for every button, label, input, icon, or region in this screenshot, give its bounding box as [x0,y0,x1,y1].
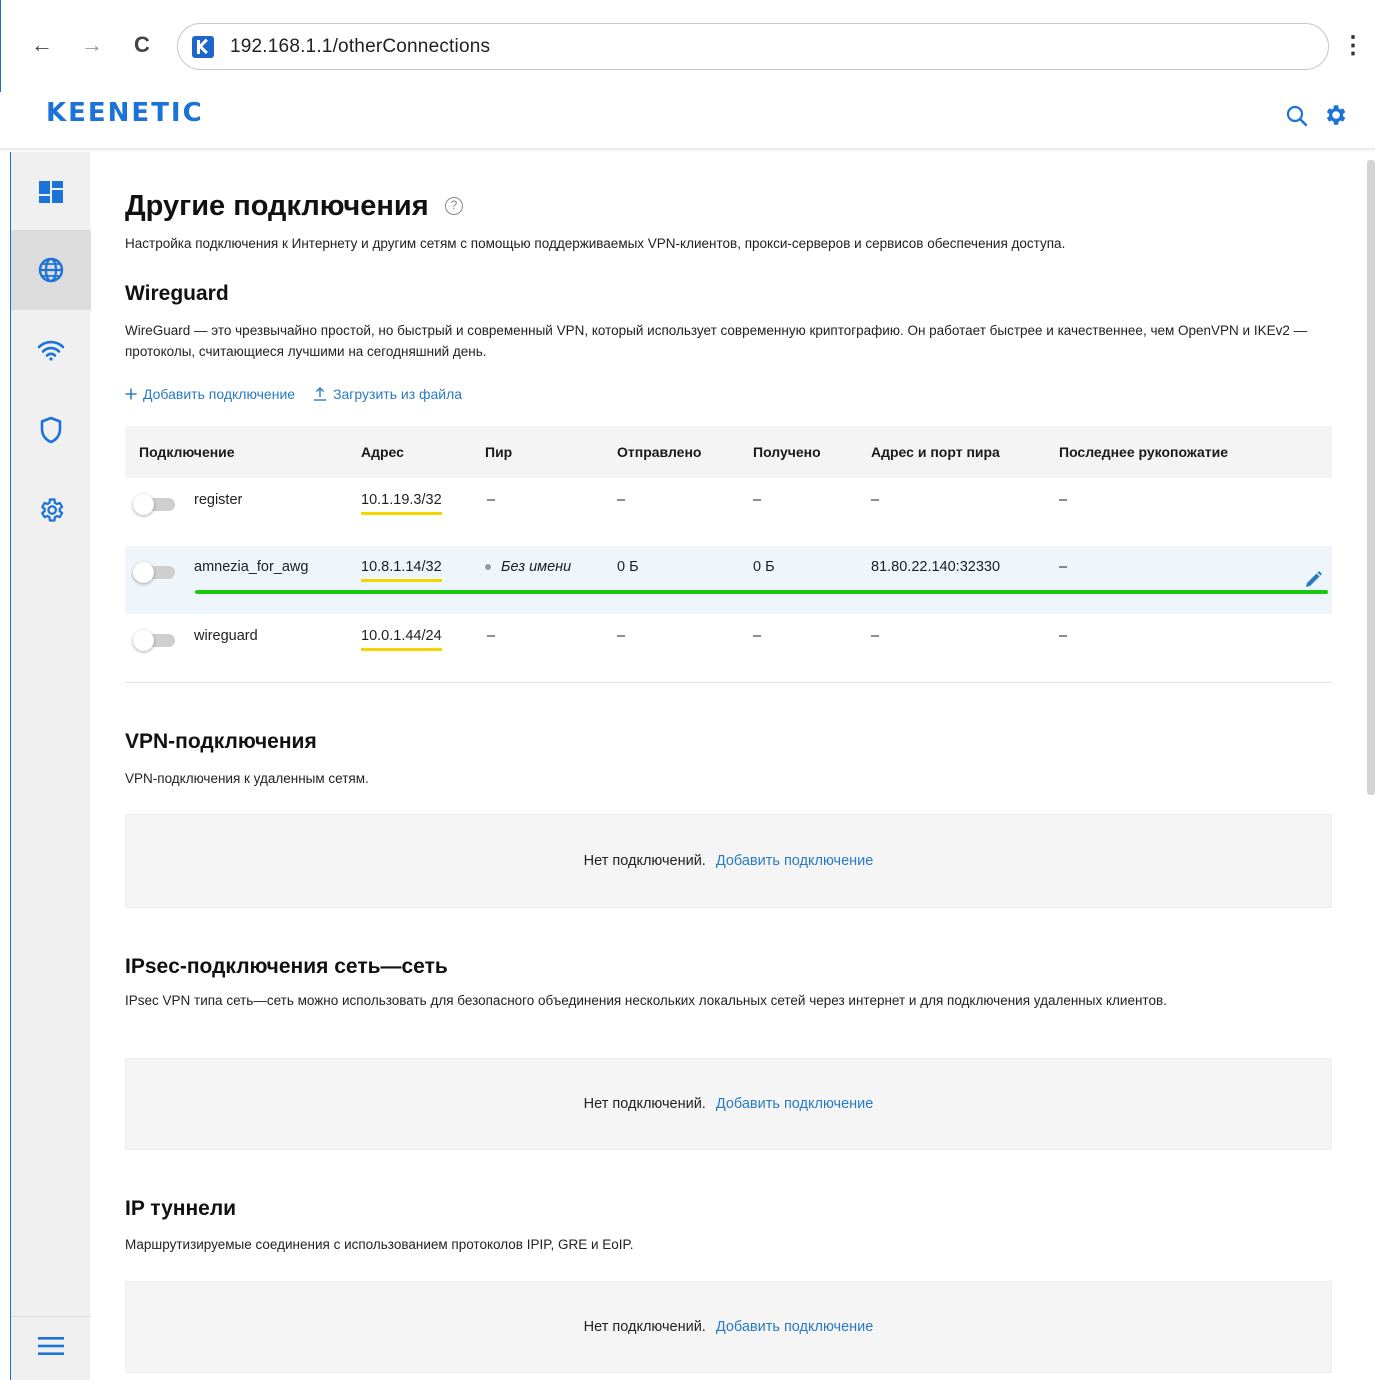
column-received[interactable]: Получено [753,444,821,460]
reload-button[interactable]: C [127,30,157,60]
ipsec-section-title: IPsec-подключения сеть—сеть [125,955,448,978]
hamburger-menu-icon [38,1337,64,1355]
peer-address: – [871,492,880,508]
upload-from-file-button[interactable]: Загрузить из файла [313,386,462,402]
settings-gear-icon[interactable] [1322,102,1348,128]
connection-toggle[interactable] [133,630,177,651]
ip-tunnels-section-title: IP туннели [125,1197,237,1220]
peer-address: – [871,628,880,644]
wireguard-actions: Добавить подключение Загрузить из файла [125,386,462,402]
sidebar-item-internet[interactable] [11,230,91,310]
add-connection-label: Добавить подключение [143,386,296,402]
sidebar-menu-toggle[interactable] [11,1312,91,1380]
upload-icon [314,387,327,401]
table-header: Подключение Адрес Пир Отправлено Получен… [125,426,1332,478]
connection-toggle[interactable] [133,562,177,583]
peer-name: Без имени [501,559,572,575]
wireguard-description: WireGuard — это чрезвычайно простой, но … [125,323,1308,359]
sidebar-item-wifi[interactable] [11,310,91,390]
connection-name[interactable]: register [194,492,242,508]
sidebar [10,152,91,1380]
received-bytes: – [753,492,762,508]
forward-button[interactable]: → [77,30,107,60]
peer-name: – [487,492,496,508]
shield-icon [40,416,62,444]
back-button[interactable]: ← [27,30,57,60]
sidebar-item-dashboard[interactable] [11,152,91,232]
url-text[interactable]: 192.168.1.1/otherConnections [230,36,490,58]
address-bar[interactable]: 192.168.1.1/otherConnections [177,23,1329,70]
column-address[interactable]: Адрес [361,444,404,460]
edit-pencil-icon[interactable] [1303,570,1323,590]
page-title: Другие подключения [125,190,429,222]
upload-from-file-label: Загрузить из файла [333,386,463,402]
sidebar-item-security[interactable] [11,390,91,470]
last-handshake: – [1059,628,1068,644]
sent-bytes: – [617,492,626,508]
row-highlight-underline [195,590,1328,594]
ip-tunnels-add-connection-link[interactable]: Добавить подключение [716,1319,873,1335]
plus-icon [125,388,137,400]
column-connection[interactable]: Подключение [139,444,235,460]
last-handshake: – [1059,492,1068,508]
column-peer[interactable]: Пир [485,444,512,460]
help-icon[interactable]: ? [445,197,463,215]
connection-name[interactable]: wireguard [194,628,258,644]
add-connection-button[interactable]: Добавить подключение [125,386,295,402]
page-description: Настройка подключения к Интернету и друг… [125,236,1066,251]
settings-gear-icon [41,498,64,522]
internet-globe-icon [38,257,64,283]
empty-state-text: Нет подключений. [583,853,706,869]
wireguard-section-title: Wireguard [125,282,229,305]
connection-address: 10.0.1.44/24 [361,628,442,651]
vpn-description: VPN-подключения к удаленным сетям. [125,771,369,786]
vpn-empty-state: Нет подключений. Добавить подключение [125,814,1332,908]
site-favicon-icon [192,36,214,58]
peer-name: – [487,628,496,644]
search-icon[interactable] [1285,104,1309,128]
section-divider [125,682,1332,683]
connection-toggle[interactable] [133,494,177,515]
ipsec-empty-state: Нет подключений. Добавить подключение [125,1058,1332,1150]
wifi-icon [37,340,65,361]
page-scrollbar[interactable] [1367,160,1375,795]
ipsec-description: IPsec VPN типа сеть—сеть можно использов… [125,993,1167,1008]
empty-state-text: Нет подключений. [583,1319,706,1335]
peer-cell: Без имени [485,559,571,575]
vpn-section-title: VPN-подключения [125,730,317,753]
connection-name[interactable]: amnezia_for_awg [194,559,308,575]
connection-address: 10.8.1.14/32 [361,559,442,582]
empty-state-text: Нет подключений. [583,1096,706,1112]
received-bytes: 0 Б [753,559,775,575]
keenetic-logo[interactable]: KEENETIC [46,98,204,128]
sent-bytes: 0 Б [617,559,639,575]
table-row[interactable]: amnezia_for_awg 10.8.1.14/32 Без имени 0… [125,546,1332,614]
table-row[interactable]: wireguard 10.0.1.44/24 – – – – – [125,614,1332,682]
received-bytes: – [753,628,762,644]
browser-menu-button[interactable]: ⋮ [1341,30,1365,62]
vpn-add-connection-link[interactable]: Добавить подключение [716,853,873,869]
ip-tunnels-description: Маршрутизируемые соединения с использова… [125,1237,634,1252]
peer-address: 81.80.22.140:32330 [871,559,1001,575]
table-row[interactable]: register 10.1.19.3/32 – – – – – [125,478,1332,546]
last-handshake: – [1059,559,1068,575]
column-peer-address[interactable]: Адрес и порт пира [871,444,1000,460]
header-divider [0,148,1375,152]
sidebar-item-management[interactable] [11,470,91,550]
sent-bytes: – [617,628,626,644]
ip-tunnels-empty-state: Нет подключений. Добавить подключение [125,1281,1332,1373]
browser-toolbar: ← → C 192.168.1.1/otherConnections ⋮ [0,0,1375,92]
ipsec-add-connection-link[interactable]: Добавить подключение [716,1096,873,1112]
peer-status-dot [485,564,491,571]
dashboard-icon [39,181,63,203]
column-last-handshake[interactable]: Последнее рукопожатие [1059,444,1228,460]
column-sent[interactable]: Отправлено [617,444,701,460]
connection-address: 10.1.19.3/32 [361,492,442,515]
